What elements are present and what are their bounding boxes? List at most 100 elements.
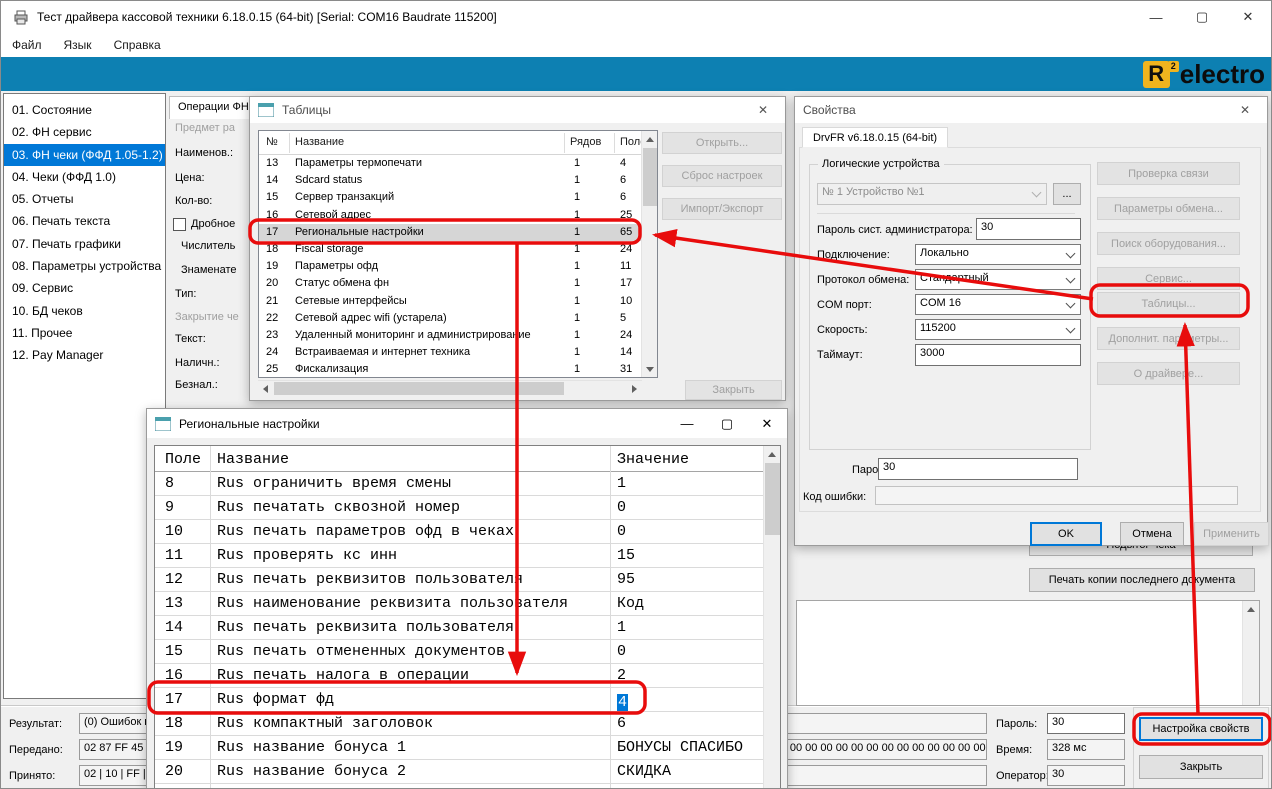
regional-row[interactable]: 13Rus наименование реквизита пользовател…	[155, 592, 765, 616]
table-row[interactable]: 15Сервер транзакций16	[259, 189, 643, 206]
admin-password-input[interactable]: 30	[976, 218, 1081, 240]
ops-label: Закрытие че	[175, 311, 248, 325]
log-textarea[interactable]	[796, 600, 1260, 706]
regional-row[interactable]: 16Rus печать налога в операции2	[155, 664, 765, 688]
tables-close-button[interactable]: Закрыть	[685, 380, 782, 400]
password-input[interactable]: 30	[1047, 713, 1125, 734]
regional-row[interactable]: 18Rus компактный заголовок6	[155, 712, 765, 736]
close-icon[interactable]: ✕	[1225, 1, 1271, 33]
tab-operations-fn[interactable]: Операции ФН	[169, 96, 255, 119]
table-row[interactable]: 20Статус обмена фн117	[259, 275, 643, 292]
speed-select[interactable]: 115200	[915, 319, 1081, 340]
settings-button[interactable]: Настройка свойств	[1139, 717, 1263, 741]
table-row[interactable]: 19Параметры офд111	[259, 258, 643, 275]
connection-select[interactable]: Локально	[915, 244, 1081, 265]
close-app-button[interactable]: Закрыть	[1139, 755, 1263, 779]
scroll-down-icon[interactable]	[646, 367, 654, 372]
tables-side-button[interactable]: Импорт/Экспорт	[662, 198, 782, 220]
menu-file[interactable]: Файл	[1, 38, 53, 52]
table-row[interactable]: 18Fiscal storage124	[259, 241, 643, 258]
close-icon[interactable]: ✕	[1223, 97, 1267, 123]
sidebar-item[interactable]: 11. Прочее	[4, 322, 165, 344]
timeout-label: Таймаут:	[817, 349, 863, 361]
dialog-password-input[interactable]: 30	[878, 458, 1078, 480]
maximize-icon[interactable]: ▢	[1179, 1, 1225, 33]
menu-language[interactable]: Язык	[53, 38, 103, 52]
protocol-select[interactable]: Стандартный	[915, 269, 1081, 290]
col-name[interactable]: Название	[295, 136, 344, 148]
table-row[interactable]: 25Фискализация131	[259, 361, 643, 378]
timeout-input[interactable]: 3000	[915, 344, 1081, 366]
table-row[interactable]: 21Сетевые интерфейсы110	[259, 293, 643, 310]
com-port-select[interactable]: COM 16	[915, 294, 1081, 315]
sidebar-item[interactable]: 03. ФН чеки (ФФД 1.05-1.2)	[4, 144, 165, 166]
table-row[interactable]: 23Удаленный мониторинг и администрирован…	[259, 327, 643, 344]
tables-side-button[interactable]: Открыть...	[662, 132, 782, 154]
sidebar-item[interactable]: 09. Сервис	[4, 277, 165, 299]
table-row[interactable]: 24Встраиваемая и интернет техника114	[259, 344, 643, 361]
sidebar-item[interactable]: 04. Чеки (ФФД 1.0)	[4, 166, 165, 188]
minimize-icon[interactable]: —	[1133, 1, 1179, 33]
sidebar-item[interactable]: 10. БД чеков	[4, 300, 165, 322]
prop-button-2[interactable]: Поиск оборудования...	[1097, 232, 1240, 255]
maximize-icon[interactable]: ▢	[707, 409, 747, 438]
regional-row[interactable]: 14Rus печать реквизита пользователя1	[155, 616, 765, 640]
sidebar-item[interactable]: 02. ФН сервис	[4, 121, 165, 143]
sidebar-item[interactable]: 12. Pay Manager	[4, 344, 165, 366]
tab-drvfr[interactable]: DrvFR v6.18.0.15 (64-bit)	[802, 127, 948, 148]
prop-button-5[interactable]: Дополнит. параметры...	[1097, 327, 1240, 350]
ops-label: Текст:	[175, 333, 248, 347]
table-row[interactable]: 17Региональные настройки165	[259, 224, 643, 241]
regional-row[interactable]: 8Rus ограничить время смены1	[155, 472, 765, 496]
close-icon[interactable]: ✕	[747, 409, 787, 438]
ok-button[interactable]: OK	[1030, 522, 1102, 546]
regional-row[interactable]: 9Rus печатать сквозной номер0	[155, 496, 765, 520]
sidebar-item[interactable]: 08. Параметры устройства	[4, 255, 165, 277]
print-copy-button[interactable]: Печать копии последнего документа	[1029, 568, 1255, 592]
regional-row[interactable]: 17Rus формат фд4	[155, 688, 765, 712]
regional-row[interactable]: 19Rus название бонуса 1БОНУСЫ СПАСИБО	[155, 736, 765, 760]
regional-row[interactable]: 20Rus название бонуса 2СКИДКА	[155, 760, 765, 784]
prop-button-0[interactable]: Проверка связи	[1097, 162, 1240, 185]
col-number[interactable]: №	[266, 136, 278, 148]
scroll-up-icon[interactable]	[1247, 607, 1255, 612]
sidebar-item[interactable]: 05. Отчеты	[4, 188, 165, 210]
prop-button-tables[interactable]: Таблицы...	[1097, 292, 1240, 315]
sidebar-item[interactable]: 01. Состояние	[4, 99, 165, 121]
device-more-button[interactable]: ...	[1053, 183, 1081, 205]
sidebar-item[interactable]: 07. Печать графики	[4, 233, 165, 255]
scroll-up-icon[interactable]	[768, 452, 776, 457]
fraction-checkbox[interactable]	[173, 218, 186, 231]
col-rows[interactable]: Рядов	[570, 136, 601, 148]
prop-button-3[interactable]: Сервис...	[1097, 267, 1240, 290]
scroll-up-icon[interactable]	[646, 137, 654, 142]
regional-row[interactable]: 10Rus печать параметров офд в чеках0	[155, 520, 765, 544]
scroll-right-icon[interactable]	[632, 385, 637, 393]
menu-help[interactable]: Справка	[103, 38, 172, 52]
table-row[interactable]: 13Параметры термопечати14	[259, 155, 643, 172]
regional-row[interactable]: 11Rus проверять кс инн15	[155, 544, 765, 568]
tables-side-button[interactable]: Сброс настроек	[662, 165, 782, 187]
cancel-button[interactable]: Отмена	[1120, 522, 1184, 546]
fraction-checkbox-label: Дробное	[191, 218, 248, 232]
minimize-icon[interactable]: —	[667, 409, 707, 438]
brand-logo: R 2 electro	[1143, 60, 1265, 88]
connection-label: Подключение:	[817, 249, 890, 261]
table-row[interactable]: 22Сетевой адрес wifi (устарела)15	[259, 310, 643, 327]
sidebar-item[interactable]: 06. Печать текста	[4, 210, 165, 232]
regional-vscrollbar[interactable]	[763, 446, 780, 789]
close-icon[interactable]: ✕	[741, 97, 785, 123]
regional-row[interactable]: 15Rus печать отмененных документов0	[155, 640, 765, 664]
tables-hscrollbar[interactable]	[258, 380, 642, 396]
regional-row[interactable]: 12Rus печать реквизитов пользователя95	[155, 568, 765, 592]
table-row[interactable]: 14Sdcard status16	[259, 172, 643, 189]
prop-button-6[interactable]: О драйвере...	[1097, 362, 1240, 385]
group-separator	[817, 213, 1075, 214]
device-select[interactable]: № 1 Устройство №1	[817, 183, 1047, 205]
scroll-left-icon[interactable]	[263, 385, 268, 393]
tables-vscrollbar[interactable]	[641, 131, 657, 377]
apply-button[interactable]: Применить	[1194, 522, 1269, 546]
table-row[interactable]: 16Сетевой адрес125	[259, 207, 643, 224]
operator-field[interactable]: 30	[1047, 765, 1125, 786]
prop-button-1[interactable]: Параметры обмена...	[1097, 197, 1240, 220]
